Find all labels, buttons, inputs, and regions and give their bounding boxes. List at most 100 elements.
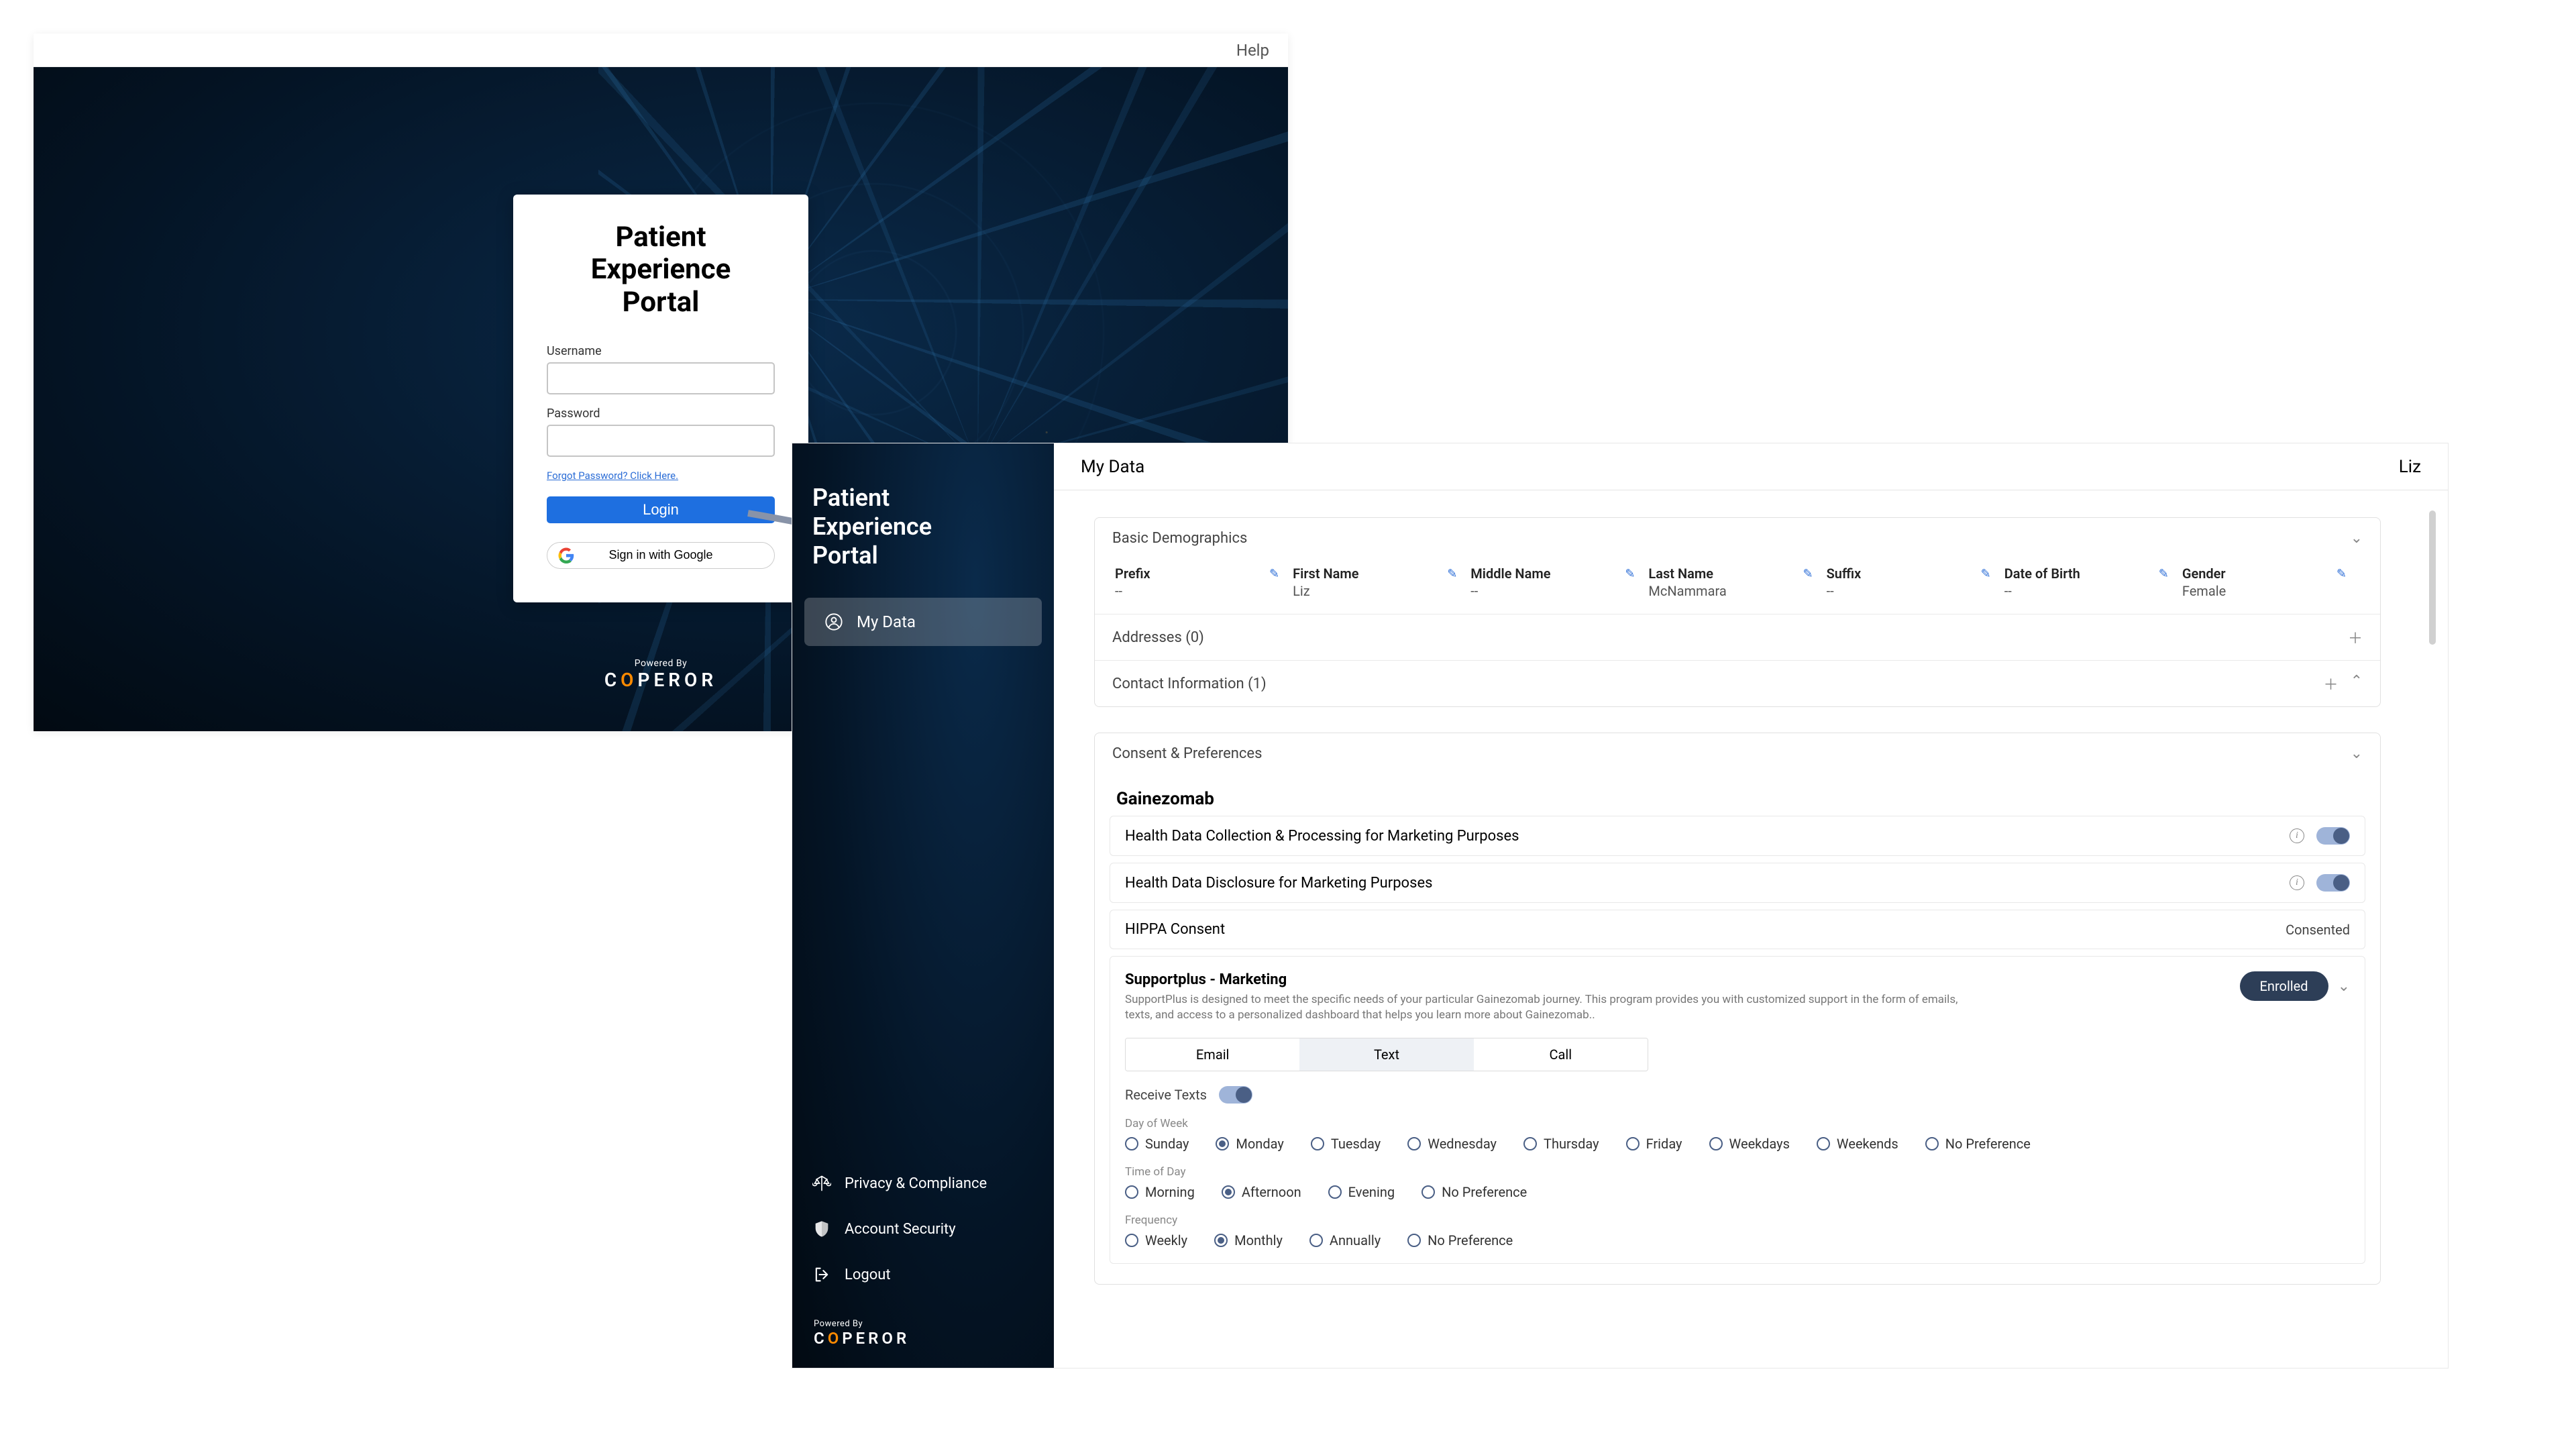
radio-weekly[interactable]: Weekly [1125, 1232, 1187, 1248]
header-user[interactable]: Liz [2399, 457, 2421, 477]
radio-label: Tuesday [1331, 1136, 1381, 1152]
radio-evening[interactable]: Evening [1328, 1184, 1395, 1200]
edit-icon[interactable]: ✎ [1447, 567, 1457, 581]
edit-icon[interactable]: ✎ [1981, 567, 1991, 581]
sidebar-item-security[interactable]: Account Security [804, 1208, 1042, 1250]
demographics-col-label: Last Name [1648, 566, 1806, 582]
username-input[interactable] [547, 362, 775, 394]
radio-wednesday[interactable]: Wednesday [1407, 1136, 1497, 1152]
radio-circle-icon [1626, 1137, 1640, 1150]
sidebar-item-privacy[interactable]: Privacy & Compliance [804, 1162, 1042, 1205]
chevron-down-icon: ⌄ [2351, 530, 2363, 547]
channel-tab-text[interactable]: Text [1299, 1038, 1473, 1071]
chevron-down-icon[interactable]: ⌄ [2338, 978, 2350, 995]
page-title: My Data [1081, 457, 1144, 477]
sidebar-powered-by: Powered By COPEROR [804, 1299, 1042, 1348]
consent-detail: Supportplus - Marketing SupportPlus is d… [1110, 956, 2365, 1264]
sidebar-bottom: Privacy & Compliance Account Security Lo… [792, 1162, 1054, 1368]
radio-circle-icon [1421, 1185, 1435, 1199]
demographics-col-value: -- [2004, 583, 2162, 599]
radio-no-preference[interactable]: No Preference [1407, 1232, 1513, 1248]
add-icon[interactable]: ＋ [2348, 627, 2363, 648]
radio-morning[interactable]: Morning [1125, 1184, 1195, 1200]
edit-icon[interactable]: ✎ [2159, 567, 2169, 581]
radio-label: No Preference [1945, 1136, 2031, 1152]
sidebar-item-my-data[interactable]: My Data [804, 598, 1042, 646]
radio-monday[interactable]: Monday [1216, 1136, 1283, 1152]
radio-label: Friday [1646, 1136, 1682, 1152]
panel-demographics: Basic Demographics ⌄ Prefix--✎First Name… [1094, 517, 2381, 707]
radio-sunday[interactable]: Sunday [1125, 1136, 1189, 1152]
sidebar: Patient Experience Portal My Data Privac… [792, 443, 1054, 1368]
radio-monthly[interactable]: Monthly [1214, 1232, 1283, 1248]
info-icon[interactable]: i [2290, 828, 2304, 843]
shield-icon [812, 1220, 831, 1238]
consent-item-label: HIPPA Consent [1125, 921, 1225, 938]
demographics-col-value: Female [2182, 583, 2340, 599]
demographics-col: Last NameMcNammara ✎ [1648, 566, 1826, 599]
radio-friday[interactable]: Friday [1626, 1136, 1682, 1152]
demographics-col: Date of Birth--✎ [2004, 566, 2182, 599]
consent-toggle[interactable] [2316, 827, 2350, 845]
sidebar-item-label: Logout [845, 1267, 891, 1283]
help-link[interactable]: Help [1236, 41, 1269, 60]
radio-label: No Preference [1442, 1184, 1527, 1200]
brand-name: COPEROR [604, 669, 717, 691]
edit-icon[interactable]: ✎ [1803, 567, 1813, 581]
contact-row[interactable]: Contact Information (1) ＋ ⌃ [1095, 660, 2380, 706]
pref-group-label: Time of Day [1125, 1165, 2350, 1179]
edit-icon[interactable]: ✎ [2337, 567, 2347, 581]
sidebar-item-logout[interactable]: Logout [804, 1253, 1042, 1296]
radio-weekdays[interactable]: Weekdays [1709, 1136, 1790, 1152]
consent-item-label: Health Data Disclosure for Marketing Pur… [1125, 875, 1432, 892]
password-label: Password [547, 407, 775, 421]
add-icon[interactable]: ＋ [2324, 673, 2339, 694]
radio-label: Weekly [1145, 1232, 1187, 1248]
chevron-up-icon[interactable]: ⌃ [2351, 673, 2363, 694]
radio-weekends[interactable]: Weekends [1817, 1136, 1898, 1152]
channel-tab-email[interactable]: Email [1126, 1038, 1299, 1071]
radio-label: Morning [1145, 1184, 1195, 1200]
demographics-col-label: Middle Name [1470, 566, 1628, 582]
contact-label: Contact Information (1) [1112, 676, 1267, 692]
chevron-down-icon: ⌄ [2351, 745, 2363, 762]
dash-body: Basic Demographics ⌄ Prefix--✎First Name… [1054, 490, 2448, 1337]
radio-thursday[interactable]: Thursday [1523, 1136, 1599, 1152]
demographics-col: Middle Name--✎ [1470, 566, 1648, 599]
consent-toggle[interactable] [2316, 874, 2350, 892]
login-title: Patient Experience Portal [547, 221, 775, 319]
radio-label: Weekends [1837, 1136, 1898, 1152]
channel-tabs: EmailTextCall [1125, 1038, 1648, 1071]
edit-icon[interactable]: ✎ [1269, 567, 1279, 581]
radio-circle-icon [1125, 1137, 1138, 1150]
radio-no-preference[interactable]: No Preference [1925, 1136, 2031, 1152]
demographics-col-label: Suffix [1827, 566, 1984, 582]
panel-demographics-header[interactable]: Basic Demographics ⌄ [1095, 518, 2380, 559]
login-topbar: Help [34, 34, 1288, 67]
radio-tuesday[interactable]: Tuesday [1311, 1136, 1381, 1152]
sidebar-item-label: Privacy & Compliance [845, 1175, 987, 1192]
panel-consent-header[interactable]: Consent & Preferences ⌄ [1095, 733, 2380, 774]
login-button[interactable]: Login [547, 496, 775, 523]
receive-texts-toggle[interactable] [1219, 1086, 1252, 1104]
password-input[interactable] [547, 425, 775, 457]
consent-item: HIPPA Consent Consented [1110, 910, 2365, 949]
radio-circle-icon [1407, 1137, 1421, 1150]
sidebar-item-label: My Data [857, 612, 916, 631]
google-signin-button[interactable]: Sign in with Google [547, 542, 775, 569]
radio-annually[interactable]: Annually [1309, 1232, 1381, 1248]
consent-status: Consented [2286, 922, 2350, 938]
radio-label: Monthly [1234, 1232, 1283, 1248]
forgot-password-link[interactable]: Forgot Password? Click Here. [547, 470, 678, 482]
demographics-col-label: Gender [2182, 566, 2340, 582]
channel-tab-call[interactable]: Call [1474, 1038, 1648, 1071]
info-icon[interactable]: i [2290, 875, 2304, 890]
addresses-row[interactable]: Addresses (0) ＋ [1095, 614, 2380, 660]
consent-detail-desc: SupportPlus is designed to meet the spec… [1125, 992, 1961, 1023]
radio-afternoon[interactable]: Afternoon [1222, 1184, 1301, 1200]
radio-no-preference[interactable]: No Preference [1421, 1184, 1527, 1200]
consent-item: Health Data Collection & Processing for … [1110, 816, 2365, 856]
edit-icon[interactable]: ✎ [1625, 567, 1635, 581]
dashboard-window: Patient Experience Portal My Data Privac… [792, 443, 2449, 1368]
demographics-col-value: McNammara [1648, 583, 1806, 599]
